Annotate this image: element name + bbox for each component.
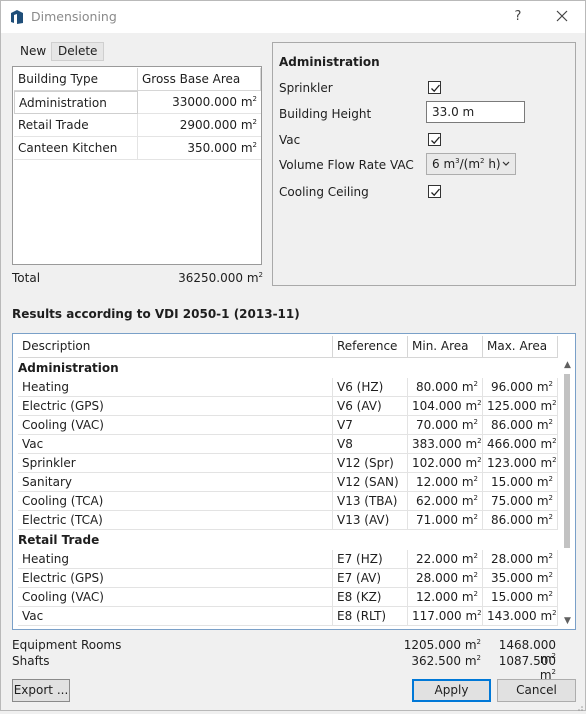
equipment-rooms-min: 1205.000 m2 <box>403 638 481 652</box>
table-row[interactable]: Canteen Kitchen 350.000 m2 <box>14 137 261 160</box>
dimensioning-dialog: Dimensioning ? New Delete Building Type … <box>0 0 586 711</box>
table-row[interactable]: Electric (GPS) V6 (AV) 104.000 m2 125.00… <box>18 397 558 416</box>
building-type-table: Building Type Gross Base Area Administra… <box>12 66 262 265</box>
building-type-cell[interactable]: Retail Trade <box>14 114 138 137</box>
results-title: Results according to VDI 2050-1 (2013-11… <box>12 307 300 321</box>
gross-area-cell[interactable]: 2900.000 m2 <box>138 114 261 137</box>
building-type-cell[interactable]: Administration <box>14 91 138 114</box>
results-table: Description Reference Min. Area Max. Are… <box>12 333 576 630</box>
vac-checkbox[interactable] <box>428 133 441 146</box>
table-header-row: Building Type Gross Base Area <box>14 68 261 91</box>
cooling-ceiling-checkbox[interactable] <box>428 185 441 198</box>
vertical-scrollbar[interactable]: ▲ ▼ <box>562 359 573 627</box>
delete-button[interactable]: Delete <box>51 42 105 61</box>
column-header-max-area[interactable]: Max. Area <box>483 336 558 358</box>
building-height-input[interactable]: 33.0 m <box>426 101 525 123</box>
app-logo-icon <box>10 9 24 25</box>
apply-button[interactable]: Apply <box>412 679 491 702</box>
table-row[interactable]: Administration 33000.000 m2 <box>14 91 261 114</box>
vac-label: Vac <box>279 133 301 147</box>
column-header-gross-base-area[interactable]: Gross Base Area <box>138 68 261 91</box>
shafts-min: 362.500 m2 <box>411 654 481 668</box>
cooling-ceiling-label: Cooling Ceiling <box>279 185 369 199</box>
table-row[interactable]: Vac V8 383.000 m2 466.000 m2 <box>18 435 558 454</box>
gross-area-cell[interactable]: 33000.000 m2 <box>138 91 261 114</box>
shafts-label: Shafts <box>12 654 50 668</box>
resize-grip-icon[interactable] <box>575 700 583 711</box>
checkmark-icon <box>431 136 440 145</box>
export-button[interactable]: Export ... <box>12 679 70 702</box>
table-row[interactable]: Cooling (TCA) V13 (TBA) 62.000 m2 75.000… <box>18 492 558 511</box>
total-value: 36250.000 m2 <box>178 271 263 285</box>
table-row[interactable]: Cooling (VAC) E8 (KZ) 12.000 m2 15.000 m… <box>18 588 558 607</box>
table-row[interactable]: Heating V6 (HZ) 80.000 m2 96.000 m2 <box>18 378 558 397</box>
gross-area-cell[interactable]: 350.000 m2 <box>138 137 261 160</box>
group-header-administration: Administration <box>18 361 119 375</box>
close-icon[interactable] <box>548 6 576 28</box>
column-header-min-area[interactable]: Min. Area <box>408 336 483 358</box>
window-title: Dimensioning <box>31 9 117 24</box>
table-row[interactable]: Sprinkler V12 (Spr) 102.000 m2 123.000 m… <box>18 454 558 473</box>
help-button[interactable]: ? <box>504 6 532 28</box>
title-bar: Dimensioning ? <box>1 1 585 33</box>
column-header-reference[interactable]: Reference <box>333 336 408 358</box>
group-header-retail-trade: Retail Trade <box>18 533 100 547</box>
table-row[interactable]: Heating E7 (HZ) 22.000 m2 28.000 m2 <box>18 550 558 569</box>
equipment-rooms-label: Equipment Rooms <box>12 638 122 652</box>
new-button[interactable]: New <box>13 42 53 61</box>
building-type-cell[interactable]: Canteen Kitchen <box>14 137 138 160</box>
column-header-building-type[interactable]: Building Type <box>14 68 138 91</box>
table-row[interactable]: Retail Trade 2900.000 m2 <box>14 114 261 137</box>
volume-flow-rate-select[interactable]: 6 m3/(m2 h) <box>426 153 516 175</box>
checkmark-icon <box>431 188 440 197</box>
cancel-button[interactable]: Cancel <box>497 679 576 702</box>
sprinkler-checkbox[interactable] <box>428 81 441 94</box>
table-row[interactable]: Electric (GPS) E7 (AV) 28.000 m2 35.000 … <box>18 569 558 588</box>
table-header-row: Description Reference Min. Area Max. Are… <box>18 336 558 358</box>
shafts-max: 1087.500 m2 <box>498 654 556 682</box>
table-row[interactable]: Sanitary V12 (SAN) 12.000 m2 15.000 m2 <box>18 473 558 492</box>
chevron-down-icon <box>502 154 510 180</box>
table-row[interactable]: Cooling (VAC) V7 70.000 m2 86.000 m2 <box>18 416 558 435</box>
table-row[interactable]: Vac E8 (RLT) 117.000 m2 143.000 m2 <box>18 607 558 626</box>
properties-panel: Administration Sprinkler Building Height… <box>272 42 576 286</box>
checkmark-icon <box>431 84 440 93</box>
volume-flow-rate-label: Volume Flow Rate VAC <box>279 158 414 172</box>
table-row[interactable]: Electric (TCA) V13 (AV) 71.000 m2 86.000… <box>18 511 558 530</box>
scroll-up-icon[interactable]: ▲ <box>562 359 573 371</box>
total-label: Total <box>12 271 41 285</box>
building-height-label: Building Height <box>279 107 372 121</box>
column-header-description[interactable]: Description <box>18 336 333 358</box>
scroll-thumb[interactable] <box>564 374 570 548</box>
sprinkler-label: Sprinkler <box>279 81 333 95</box>
properties-title: Administration <box>279 55 380 69</box>
scroll-down-icon[interactable]: ▼ <box>562 615 573 627</box>
selected-value: 6 m3/(m2 h) <box>432 157 501 171</box>
